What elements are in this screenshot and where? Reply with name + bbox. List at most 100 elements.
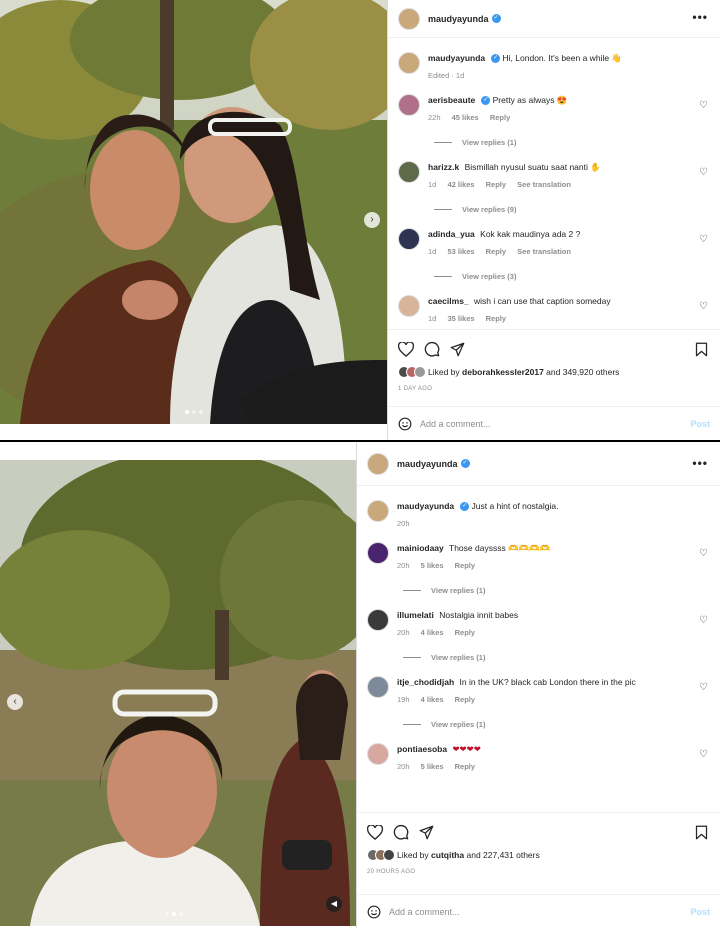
avatar[interactable] (367, 500, 389, 522)
reply-button[interactable]: Reply (490, 113, 510, 122)
heart-icon[interactable]: ♡ (699, 615, 708, 626)
reply-button[interactable]: Reply (455, 561, 475, 570)
avatar[interactable] (367, 743, 389, 765)
comment-username[interactable]: pontiaesoba (397, 744, 447, 754)
add-comment-bar: Post (388, 406, 720, 440)
comment-username[interactable]: illumelati (397, 610, 434, 620)
post-button[interactable]: Post (690, 419, 710, 429)
avatar[interactable] (398, 94, 420, 116)
view-replies-button[interactable]: View replies (3) (434, 272, 710, 281)
comment-item: aerisbeaute ✓ Pretty as always 😍 22h 45 l… (398, 86, 710, 128)
comments-list: maudyayunda ✓ Hi, London. It's been a whi… (388, 38, 720, 329)
comment-input[interactable] (389, 906, 691, 917)
heart-icon[interactable]: ♡ (699, 100, 708, 111)
avatar[interactable] (398, 7, 420, 30)
comment-time: 1d (428, 314, 437, 323)
avatar[interactable] (367, 452, 389, 475)
avatar[interactable] (367, 542, 389, 564)
comment-username[interactable]: harizz.k (428, 162, 459, 172)
view-replies-label: View replies (1) (431, 653, 486, 662)
comment-username[interactable]: adinda_yua (428, 229, 475, 239)
comment-likes[interactable]: 45 likes (452, 113, 479, 122)
view-replies-label: View replies (9) (462, 205, 517, 214)
post-header: maudyayunda ✓ ••• (388, 0, 720, 38)
comment-icon[interactable] (424, 341, 440, 357)
sound-icon[interactable]: ◀ (326, 896, 342, 912)
comment-username[interactable]: mainiodaay (397, 543, 444, 553)
view-replies-button[interactable]: View replies (1) (403, 653, 710, 662)
see-translation-button[interactable]: See translation (517, 247, 571, 256)
avatar[interactable] (398, 228, 420, 250)
caption-username[interactable]: maudyayunda (397, 501, 454, 511)
comment-username[interactable]: caecilms_ (428, 296, 469, 306)
more-icon[interactable]: ••• (692, 456, 708, 470)
liked-by: Liked by deborahkessler2017 and 349,920 … (398, 366, 710, 378)
post-video: ‹ ◀ (0, 460, 356, 926)
view-replies-button[interactable]: View replies (9) (434, 205, 710, 214)
comment-likes[interactable]: 4 likes (421, 695, 444, 704)
liked-prefix: Liked by (428, 367, 460, 377)
comment-icon[interactable] (393, 824, 409, 840)
heart-icon[interactable]: ♡ (699, 548, 708, 559)
caption-username[interactable]: maudyayunda (428, 53, 485, 63)
comment-likes[interactable]: 53 likes (447, 247, 474, 256)
emoji-icon[interactable] (398, 417, 412, 431)
reply-button[interactable]: Reply (455, 762, 475, 771)
comment-text: Pretty as always 😍 (492, 95, 568, 105)
avatar[interactable] (398, 52, 420, 74)
chevron-right-icon[interactable]: › (364, 212, 380, 228)
reply-button[interactable]: Reply (486, 180, 506, 189)
comment-likes[interactable]: 42 likes (447, 180, 474, 189)
reply-button[interactable]: Reply (486, 314, 506, 323)
bookmark-icon[interactable] (695, 825, 708, 840)
heart-icon[interactable] (367, 824, 383, 840)
see-translation-button[interactable]: See translation (517, 180, 571, 189)
liked-count[interactable]: and 349,920 others (546, 367, 619, 377)
view-replies-button[interactable]: View replies (1) (434, 138, 710, 147)
share-icon[interactable] (450, 342, 465, 357)
comment-likes[interactable]: 35 likes (447, 314, 474, 323)
avatar[interactable] (367, 609, 389, 631)
comment-username[interactable]: aerisbeaute (428, 95, 475, 105)
comment-time: 20h (397, 561, 410, 570)
comment-item: harizz.k Bismillah nyusul suatu saat nan… (398, 153, 710, 195)
emoji-icon[interactable] (367, 905, 381, 919)
liked-count[interactable]: and 227,431 others (466, 850, 539, 860)
comment-username[interactable]: itje_chodidjah (397, 677, 454, 687)
liker-avatars (398, 366, 426, 378)
heart-icon[interactable]: ♡ (699, 234, 708, 245)
view-replies-button[interactable]: View replies (1) (403, 586, 710, 595)
comment-likes[interactable]: 5 likes (421, 561, 444, 570)
heart-icon[interactable]: ♡ (699, 167, 708, 178)
heart-icon[interactable]: ♡ (699, 301, 708, 312)
comment-likes[interactable]: 4 likes (421, 628, 444, 637)
comment-likes[interactable]: 5 likes (421, 762, 444, 771)
heart-icon[interactable]: ♡ (699, 682, 708, 693)
bookmark-icon[interactable] (695, 342, 708, 357)
avatar[interactable] (398, 295, 420, 317)
comment-item: illumelati Nostalgia innit babes 20h 4 l… (367, 601, 710, 643)
heart-icon[interactable] (398, 341, 414, 357)
view-replies-label: View replies (3) (462, 272, 517, 281)
username[interactable]: maudyayunda (428, 14, 489, 24)
heart-icon[interactable]: ♡ (699, 749, 708, 760)
view-replies-button[interactable]: View replies (1) (403, 720, 710, 729)
avatar[interactable] (367, 676, 389, 698)
liked-user[interactable]: cutqitha (431, 850, 464, 860)
liker-avatars (367, 849, 395, 861)
comment-text: wish i can use that caption someday (474, 296, 611, 306)
post-button[interactable]: Post (690, 907, 710, 917)
verified-icon: ✓ (460, 459, 470, 468)
comment-time: 20h (397, 762, 410, 771)
more-icon[interactable]: ••• (692, 10, 708, 24)
comment-input[interactable] (420, 418, 691, 429)
reply-button[interactable]: Reply (455, 628, 475, 637)
avatar[interactable] (398, 161, 420, 183)
username[interactable]: maudyayunda (397, 459, 458, 469)
liked-user[interactable]: deborahkessler2017 (462, 367, 544, 377)
share-icon[interactable] (419, 825, 434, 840)
chevron-left-icon[interactable]: ‹ (7, 694, 23, 710)
reply-button[interactable]: Reply (486, 247, 506, 256)
reply-button[interactable]: Reply (455, 695, 475, 704)
comment-time: 1d (428, 180, 437, 189)
